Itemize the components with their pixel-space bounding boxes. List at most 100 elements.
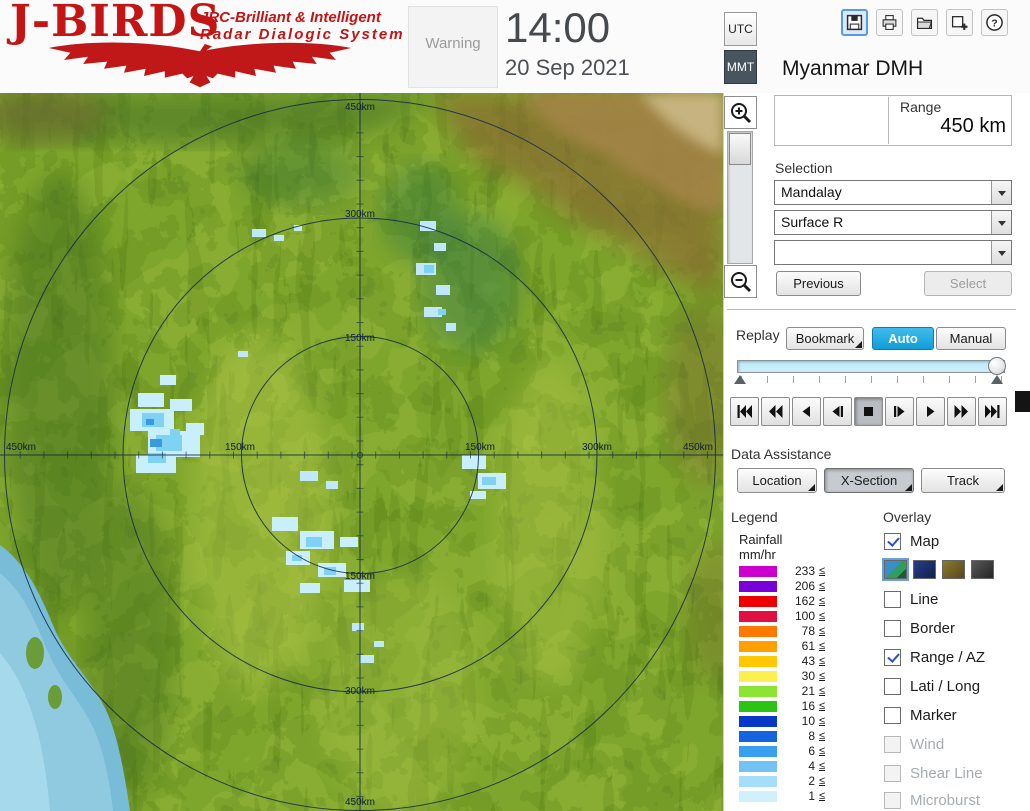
legend-color-swatch <box>739 565 777 577</box>
fast-rewind-icon <box>769 405 783 418</box>
map-checkbox[interactable] <box>884 533 901 550</box>
overlay-row-line[interactable]: Line <box>884 591 938 608</box>
eagle-logo-icon <box>48 42 352 88</box>
range-az-checkbox[interactable] <box>884 649 901 666</box>
replay-timeline-track[interactable] <box>737 360 1005 373</box>
step-forward-button[interactable] <box>885 397 914 426</box>
step-forward-icon <box>894 406 905 417</box>
bookmark-button[interactable]: Bookmark <box>786 327 864 350</box>
legend-color-swatch <box>739 625 777 637</box>
previous-button[interactable]: Previous <box>776 271 861 296</box>
legend-row: 162 ≤ <box>739 594 825 608</box>
product-select[interactable]: Surface R <box>774 210 1012 235</box>
svg-text:150km: 150km <box>465 442 495 453</box>
play-backward-button[interactable] <box>792 397 821 426</box>
export-button[interactable] <box>946 9 973 36</box>
overlay-row-lati-long[interactable]: Lati / Long <box>884 678 980 695</box>
rewind-to-start-button[interactable] <box>730 397 759 426</box>
map-style-olive-button[interactable] <box>942 560 965 579</box>
legend-color-swatch <box>739 685 777 697</box>
overlay-row-range-az[interactable]: Range / AZ <box>884 649 985 666</box>
overlay-row-marker[interactable]: Marker <box>884 707 957 724</box>
svg-text:450km: 450km <box>345 102 375 113</box>
legend-row: 6 ≤ <box>739 744 825 758</box>
magnifier-minus-icon <box>730 271 751 292</box>
zoom-out-button[interactable] <box>724 265 757 298</box>
fast-forward-icon <box>954 405 968 418</box>
overlay-row-map[interactable]: Map <box>884 533 939 550</box>
legend-row: 61 ≤ <box>739 639 825 653</box>
floppy-disk-icon <box>846 14 863 31</box>
range-label: Range <box>900 99 942 115</box>
microburst-checkbox <box>884 792 901 809</box>
overlay-row-wind: Wind <box>884 736 944 753</box>
map-style-swatches <box>882 558 994 581</box>
forward-to-end-button[interactable] <box>978 397 1007 426</box>
mmt-toggle-button[interactable]: MMT <box>724 50 757 84</box>
select-button[interactable]: Select <box>924 271 1012 296</box>
legend-row: 8 ≤ <box>739 729 825 743</box>
shear-line-checkbox <box>884 765 901 782</box>
step-backward-button[interactable] <box>823 397 852 426</box>
replay-timeline-ticks <box>741 376 1003 383</box>
utc-toggle-button[interactable]: UTC <box>724 12 757 46</box>
skip-to-end-icon <box>985 405 1000 418</box>
border-checkbox[interactable] <box>884 620 901 637</box>
print-button[interactable] <box>876 9 903 36</box>
legend-unit: mm/hr <box>739 547 776 562</box>
legend-row: 78 ≤ <box>739 624 825 638</box>
legend-color-swatch <box>739 610 777 622</box>
zoom-in-button[interactable] <box>724 96 757 129</box>
help-button[interactable]: ? <box>981 9 1008 36</box>
extra-select[interactable] <box>774 240 1012 265</box>
manual-mode-button[interactable]: Manual <box>936 327 1006 350</box>
clock-date: 20 Sep 2021 <box>505 55 630 80</box>
track-button[interactable]: Track <box>921 468 1005 493</box>
station-title: Myanmar DMH <box>782 57 924 80</box>
fast-rewind-button[interactable] <box>761 397 790 426</box>
chevron-down-icon[interactable] <box>991 241 1011 264</box>
overlay-row-microburst: Microburst <box>884 792 980 809</box>
auto-mode-button[interactable]: Auto <box>872 327 934 350</box>
printer-icon <box>882 15 897 30</box>
legend-color-swatch <box>739 745 777 757</box>
docked-panel-tab[interactable] <box>1015 391 1030 412</box>
range-value: 450 km <box>940 115 1006 137</box>
warning-label: Warning <box>425 35 481 52</box>
overlay-row-shear-line: Shear Line <box>884 765 983 782</box>
header-bar: J-BIRDS JRC-Brilliant & Intelligent Rada… <box>0 0 1030 93</box>
play-forward-button[interactable] <box>916 397 945 426</box>
timeline-start-marker <box>734 375 746 384</box>
legend-row: 4 ≤ <box>739 759 825 773</box>
site-select-value: Mandalay <box>781 184 842 200</box>
replay-timeline-thumb[interactable] <box>988 357 1006 375</box>
open-file-button[interactable] <box>911 9 938 36</box>
radar-map[interactable]: 450km 300km 150km 150km 300km 450km 450k… <box>0 93 723 811</box>
save-button[interactable] <box>841 9 868 36</box>
location-button[interactable]: Location <box>737 468 817 493</box>
lati-long-checkbox[interactable] <box>884 678 901 695</box>
overlay-row-border[interactable]: Border <box>884 620 955 637</box>
warning-button[interactable]: Warning <box>408 6 498 88</box>
map-style-terrain-button[interactable] <box>882 558 909 581</box>
legend-row: 1 ≤ <box>739 789 825 803</box>
line-checkbox[interactable] <box>884 591 901 608</box>
legend-row: 2 ≤ <box>739 774 825 788</box>
svg-text:300km: 300km <box>345 686 375 697</box>
site-select[interactable]: Mandalay <box>774 180 1012 205</box>
chevron-down-icon[interactable] <box>991 211 1011 234</box>
chevron-down-icon[interactable] <box>991 181 1011 204</box>
svg-text:300km: 300km <box>345 209 375 220</box>
stop-button[interactable] <box>854 397 883 426</box>
svg-text:450km: 450km <box>683 442 713 453</box>
help-icon: ? <box>986 14 1003 31</box>
svg-text:450km: 450km <box>6 442 36 453</box>
xsection-button[interactable]: X-Section <box>824 468 914 493</box>
legend-quantity: Rainfall <box>739 532 783 547</box>
map-style-gray-button[interactable] <box>971 560 994 579</box>
map-style-navy-button[interactable] <box>913 560 936 579</box>
zoom-slider-thumb[interactable] <box>729 133 751 165</box>
fast-forward-button[interactable] <box>947 397 976 426</box>
marker-checkbox[interactable] <box>884 707 901 724</box>
legend-row: 21 ≤ <box>739 684 825 698</box>
